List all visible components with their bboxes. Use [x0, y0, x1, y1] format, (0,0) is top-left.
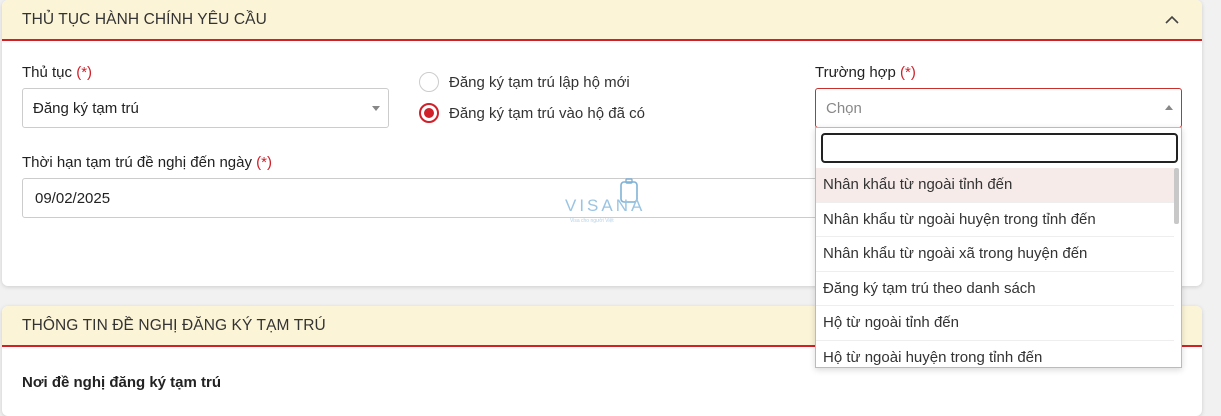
dropdown-options: Nhân khẩu từ ngoài tỉnh đến Nhân khẩu từ… — [816, 168, 1174, 368]
duration-date-input[interactable]: 09/02/2025 — [22, 178, 822, 218]
radio-label: Đăng ký tạm trú vào hộ đã có — [449, 104, 645, 122]
chevron-up-icon[interactable] — [1162, 10, 1182, 30]
dropdown-option[interactable]: Hộ từ ngoài huyện trong tỉnh đến — [816, 341, 1174, 368]
required-marker: (*) — [256, 154, 272, 171]
caret-down-icon — [372, 106, 380, 111]
radio-button-checked[interactable] — [419, 103, 439, 123]
radio-option-new-household[interactable]: Đăng ký tạm trú lập hộ mới — [419, 72, 630, 92]
svg-text:VISANA: VISANA — [565, 196, 645, 215]
dropdown-search-input[interactable] — [821, 133, 1178, 163]
dropdown-option[interactable]: Nhân khẩu từ ngoài huyện trong tỉnh đến — [816, 203, 1174, 237]
dropdown-scrollbar[interactable] — [1174, 168, 1179, 224]
procedure-card-header[interactable]: THỦ TỤC HÀNH CHÍNH YÊU CẦU — [2, 0, 1202, 41]
case-select-placeholder: Chọn — [826, 99, 862, 117]
case-select[interactable]: Chọn — [815, 88, 1182, 128]
dropdown-option[interactable]: Nhân khẩu từ ngoài xã trong huyện đến — [816, 237, 1174, 272]
place-subheading: Nơi đề nghị đăng ký tạm trú — [22, 374, 222, 391]
required-marker: (*) — [900, 64, 916, 81]
dropdown-option[interactable]: Hộ từ ngoài tỉnh đến — [816, 306, 1174, 341]
section-title: THỦ TỤC HÀNH CHÍNH YÊU CẦU — [22, 10, 267, 28]
svg-text:Visa cho người Việt: Visa cho người Việt — [570, 218, 614, 224]
caret-up-icon — [1165, 105, 1173, 110]
case-label: Trường hợp (*) — [815, 64, 916, 81]
case-dropdown: Nhân khẩu từ ngoài tỉnh đến Nhân khẩu từ… — [815, 127, 1182, 368]
procedure-select[interactable]: Đăng ký tạm trú — [22, 88, 389, 128]
radio-button[interactable] — [419, 72, 439, 92]
required-marker: (*) — [76, 64, 93, 81]
radio-option-existing-household[interactable]: Đăng ký tạm trú vào hộ đã có — [419, 103, 645, 123]
watermark-logo: VISANA Visa cho người Việt — [562, 178, 662, 228]
section-title: THÔNG TIN ĐỀ NGHỊ ĐĂNG KÝ TẠM TRÚ — [22, 316, 326, 334]
dropdown-option[interactable]: Đăng ký tạm trú theo danh sách — [816, 272, 1174, 306]
radio-label: Đăng ký tạm trú lập hộ mới — [449, 73, 630, 91]
dropdown-option[interactable]: Nhân khẩu từ ngoài tỉnh đến — [816, 168, 1174, 203]
duration-label: Thời hạn tạm trú đề nghị đến ngày (*) — [22, 154, 272, 171]
procedure-select-value: Đăng ký tạm trú — [33, 99, 139, 117]
procedure-label: Thủ tục (*) — [22, 64, 93, 81]
